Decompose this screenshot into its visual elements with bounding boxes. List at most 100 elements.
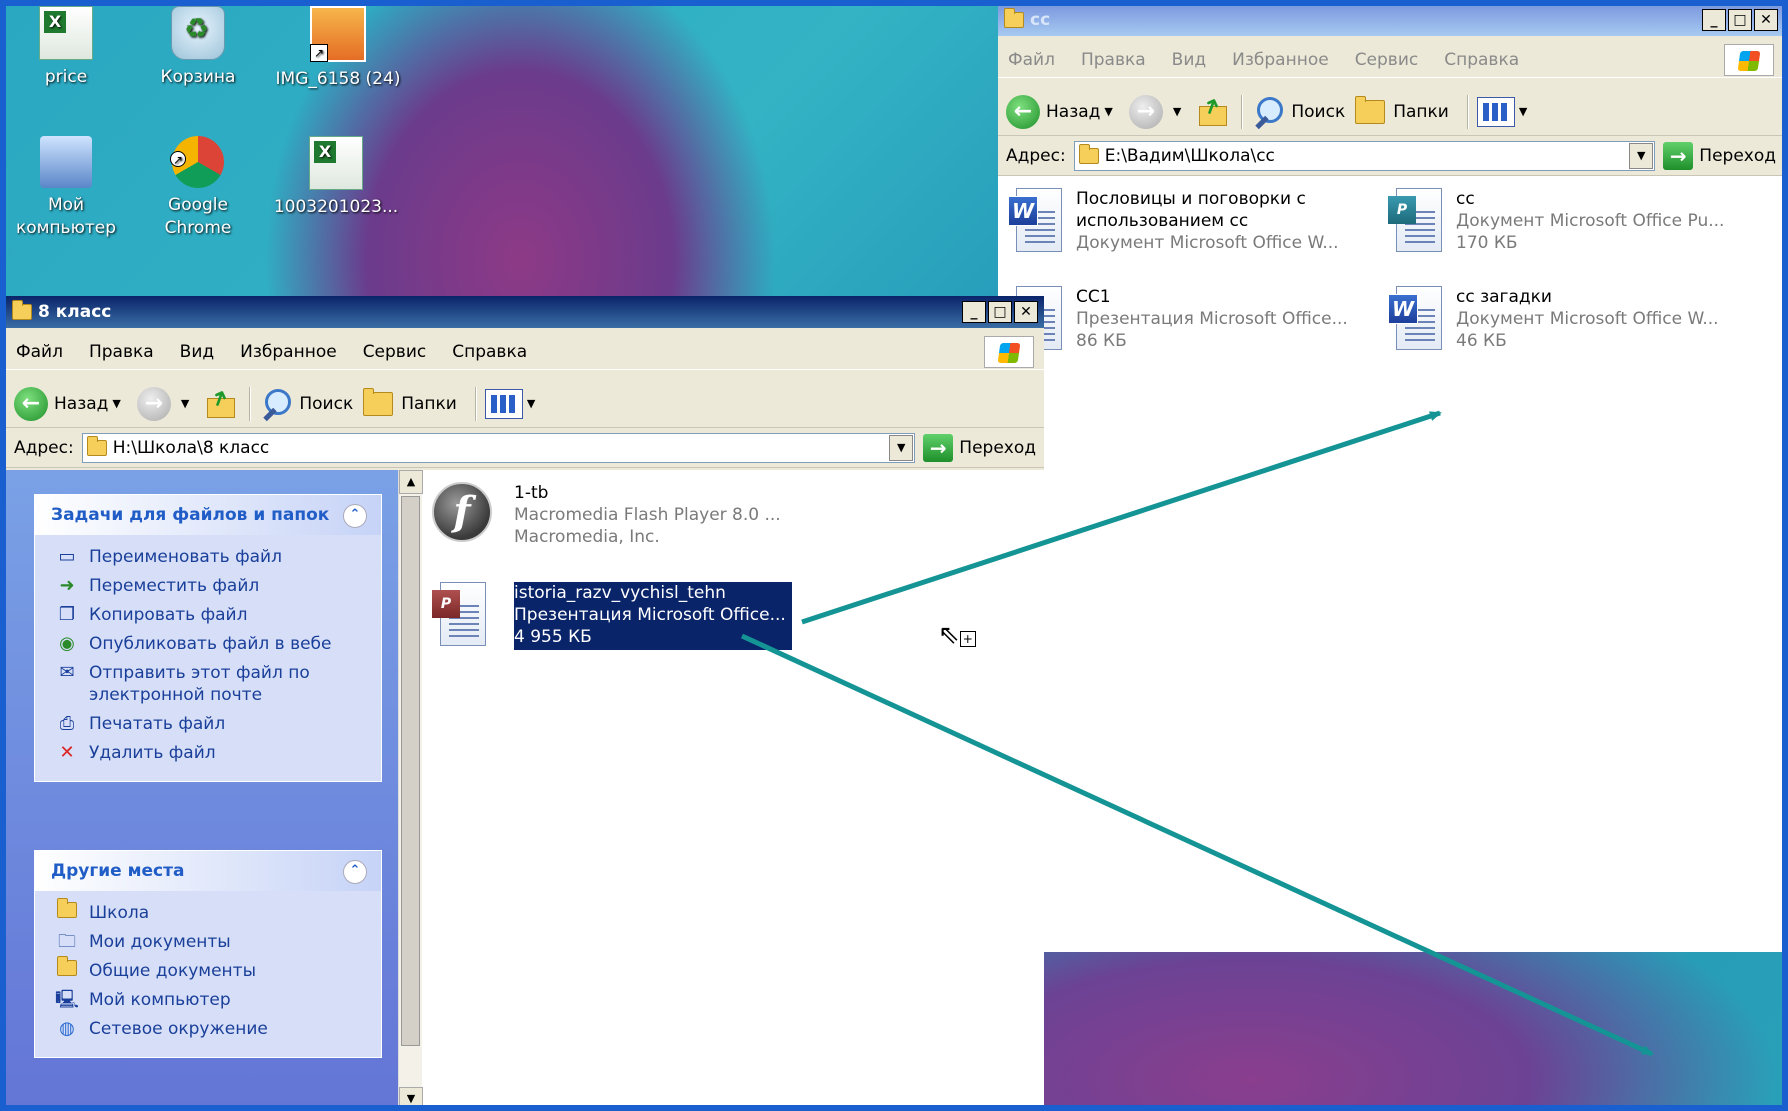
folder-up-icon[interactable] bbox=[205, 388, 237, 420]
maximize-button[interactable]: □ bbox=[1728, 9, 1752, 31]
place-shared-documents[interactable]: Общие документы bbox=[55, 956, 381, 982]
forward-button[interactable]: → ▼ bbox=[1128, 94, 1187, 129]
desktop-icon-chrome[interactable]: Google Chrome bbox=[138, 136, 258, 240]
folder-icon bbox=[1004, 8, 1024, 28]
desktop-icon-img[interactable]: IMG_6158 (24) bbox=[270, 6, 406, 91]
minimize-button[interactable]: _ bbox=[962, 301, 986, 323]
desktop-icon-my-computer[interactable]: Мой компьютер bbox=[6, 136, 126, 240]
back-button[interactable]: ← Назад ▼ bbox=[1006, 94, 1119, 129]
place-school[interactable]: Школа bbox=[55, 898, 381, 924]
menu-edit[interactable]: Правка bbox=[89, 342, 154, 362]
menu-tools[interactable]: Сервис bbox=[363, 342, 427, 362]
go-arrow-icon[interactable]: → bbox=[923, 433, 954, 462]
menu-help[interactable]: Справка bbox=[452, 342, 527, 362]
task-delete[interactable]: ✕ Удалить файл bbox=[55, 742, 381, 764]
chevron-down-icon[interactable]: ▼ bbox=[181, 397, 189, 410]
menu-favorites[interactable]: Избранное bbox=[1232, 50, 1329, 70]
window-title: cc bbox=[1030, 10, 1051, 30]
file-item[interactable]: W Пословицы и поговорки с использованием… bbox=[1008, 188, 1378, 256]
collapse-chevron-icon[interactable]: ⌃ bbox=[343, 504, 367, 528]
file-list[interactable]: W Пословицы и поговорки с использованием… bbox=[998, 176, 1784, 952]
menu-help[interactable]: Справка bbox=[1444, 50, 1519, 70]
panel-header[interactable]: Другие места ⌃ bbox=[35, 851, 381, 891]
address-input[interactable]: E:\Вадим\Школа\cc ▼ bbox=[1073, 140, 1656, 171]
go-arrow-icon[interactable]: → bbox=[1663, 141, 1694, 170]
place-network[interactable]: ◍ Сетевое окружение bbox=[55, 1018, 381, 1040]
desktop-background: price Корзина IMG_6158 (24) Мой компьюте… bbox=[0, 0, 1788, 1111]
task-label: Опубликовать файл в вебе bbox=[89, 634, 332, 654]
chevron-down-icon[interactable]: ▼ bbox=[1173, 105, 1181, 118]
toolbar-separator bbox=[1466, 94, 1469, 129]
go-button-label[interactable]: Переход bbox=[1699, 146, 1776, 166]
folder-icon bbox=[57, 898, 77, 918]
computer-icon bbox=[40, 136, 92, 188]
window-cc[interactable]: cc _ □ ✕ Файл Правка Вид Избранное Серви… bbox=[998, 4, 1784, 952]
menu-file[interactable]: Файл bbox=[1008, 50, 1055, 70]
task-label: Печатать файл bbox=[89, 714, 226, 734]
window-8-klass[interactable]: 8 класс _ □ ✕ Файл Правка Вид Избранное … bbox=[6, 296, 1044, 1111]
scroll-down-button[interactable]: ▼ bbox=[399, 1087, 423, 1111]
task-email[interactable]: ✉ Отправить этот файл по электронной почте bbox=[55, 662, 381, 706]
back-button[interactable]: ← Назад ▼ bbox=[14, 386, 127, 421]
file-vendor: Macromedia, Inc. bbox=[514, 527, 660, 547]
task-pane: Задачи для файлов и папок ⌃ ▭ Переименова… bbox=[6, 470, 423, 1111]
task-move[interactable]: ➜ Переместить файл bbox=[55, 575, 381, 597]
task-rename[interactable]: ▭ Переименовать файл bbox=[55, 546, 381, 568]
search-button[interactable]: Поиск bbox=[259, 387, 353, 421]
desktop-icon-xls[interactable]: 1003201023... bbox=[266, 136, 406, 219]
file-type: Macromedia Flash Player 8.0 ... bbox=[514, 505, 781, 525]
panel-header[interactable]: Задачи для файлов и папок ⌃ bbox=[35, 495, 381, 535]
menu-view[interactable]: Вид bbox=[1172, 50, 1206, 70]
folders-button[interactable]: Папки bbox=[1355, 95, 1449, 124]
other-places-panel: Другие места ⌃ Школа 🗀 Мои документы Общи… bbox=[34, 850, 382, 1058]
close-button[interactable]: ✕ bbox=[1014, 301, 1038, 323]
address-dropdown-button[interactable]: ▼ bbox=[1629, 142, 1654, 169]
file-item-1-tb[interactable]: f 1-tb Macromedia Flash Player 8.0 ... M… bbox=[432, 482, 812, 550]
folders-button[interactable]: Папки bbox=[363, 387, 457, 416]
scroll-up-button[interactable]: ▲ bbox=[399, 470, 423, 494]
chevron-down-icon[interactable]: ▼ bbox=[112, 397, 120, 410]
file-size: 4 955 КБ bbox=[514, 627, 592, 647]
address-label: Адрес: bbox=[14, 437, 74, 458]
task-label: Переименовать файл bbox=[89, 547, 282, 567]
address-dropdown-button[interactable]: ▼ bbox=[889, 434, 914, 461]
address-input[interactable]: H:\Школа\8 класс ▼ bbox=[81, 432, 916, 463]
scroll-thumb[interactable] bbox=[401, 496, 420, 1046]
desktop-icon-price[interactable]: price bbox=[6, 6, 126, 89]
place-label: Сетевое окружение bbox=[89, 1019, 268, 1039]
window-titlebar[interactable]: cc _ □ ✕ bbox=[998, 4, 1784, 36]
file-item[interactable]: P cc Документ Microsoft Office Pu... 170… bbox=[1388, 188, 1768, 256]
menu-edit[interactable]: Правка bbox=[1081, 50, 1146, 70]
place-label: Мой компьютер bbox=[89, 990, 231, 1010]
views-button[interactable]: ▼ bbox=[484, 388, 541, 419]
place-label: Мои документы bbox=[89, 932, 231, 952]
menu-file[interactable]: Файл bbox=[16, 342, 63, 362]
menu-tools[interactable]: Сервис bbox=[1355, 50, 1419, 70]
task-pane-scrollbar[interactable]: ▲ ▼ bbox=[398, 470, 423, 1111]
task-copy[interactable]: ❐ Копировать файл bbox=[55, 604, 381, 626]
maximize-button[interactable]: □ bbox=[988, 301, 1012, 323]
folder-up-icon[interactable] bbox=[1197, 96, 1229, 128]
desktop-icon-recycle-bin[interactable]: Корзина bbox=[138, 6, 258, 89]
menu-view[interactable]: Вид bbox=[180, 342, 214, 362]
file-name: 1-tb bbox=[514, 483, 549, 503]
place-my-documents[interactable]: 🗀 Мои документы bbox=[55, 931, 381, 953]
file-type: Документ Microsoft Office W... bbox=[1076, 233, 1339, 253]
file-item-istoria[interactable]: P istoria_razv_vychisl_tehn Презентация … bbox=[432, 582, 812, 650]
documents-icon: 🗀 bbox=[58, 931, 76, 952]
search-button[interactable]: Поиск bbox=[1251, 95, 1345, 129]
window-titlebar[interactable]: 8 класс _ □ ✕ bbox=[6, 296, 1044, 328]
chevron-down-icon[interactable]: ▼ bbox=[1104, 105, 1112, 118]
task-publish[interactable]: ◉ Опубликовать файл в вебе bbox=[55, 633, 381, 655]
file-item[interactable]: W cc загадки Документ Microsoft Office W… bbox=[1388, 286, 1768, 354]
menu-favorites[interactable]: Избранное bbox=[240, 342, 337, 362]
close-button[interactable]: ✕ bbox=[1754, 9, 1778, 31]
place-my-computer[interactable]: 🖳 Мой компьютер bbox=[55, 989, 381, 1011]
forward-button[interactable]: → ▼ bbox=[136, 386, 195, 421]
collapse-chevron-icon[interactable]: ⌃ bbox=[343, 860, 367, 884]
minimize-button[interactable]: _ bbox=[1702, 9, 1726, 31]
views-button[interactable]: ▼ bbox=[1476, 96, 1533, 127]
file-item[interactable]: CC1 Презентация Microsoft Office... 86 К… bbox=[1008, 286, 1378, 354]
task-print[interactable]: ⎙ Печатать файл bbox=[55, 713, 381, 735]
go-button-label[interactable]: Переход bbox=[959, 438, 1036, 458]
